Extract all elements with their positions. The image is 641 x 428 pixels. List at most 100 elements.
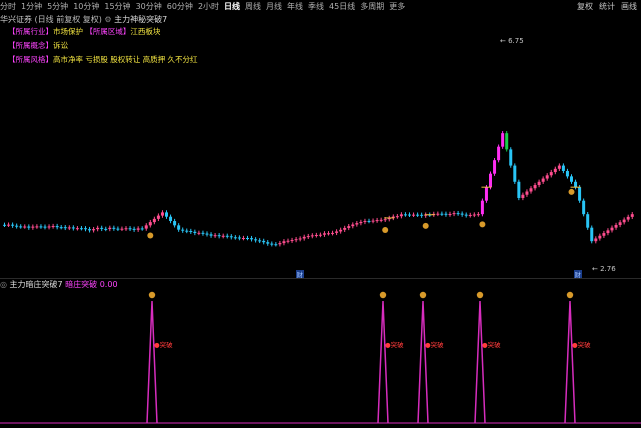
candle-body	[335, 231, 339, 233]
toolbar-right: 复权 统计 画线	[571, 0, 637, 13]
candle-body	[586, 214, 590, 228]
candle-body	[132, 228, 136, 230]
candle-body	[347, 226, 351, 228]
signal-spike	[377, 300, 389, 424]
candle-body	[521, 194, 525, 198]
candle-body	[310, 235, 314, 237]
coin-icon	[566, 291, 574, 299]
candle-body	[140, 228, 144, 230]
candle-body	[626, 216, 630, 220]
candle-body	[35, 226, 39, 228]
period-tab-8[interactable]: 日线	[224, 0, 240, 13]
candle-body	[262, 240, 266, 243]
candle-body	[233, 237, 237, 239]
period-tab-7[interactable]: 2小时	[198, 0, 219, 13]
candle-body	[15, 225, 19, 227]
period-toolbar: 分时 1分钟 5分钟 10分钟 15分钟 30分钟 60分钟 2小时 日线 周线 月线 年线 季线 45日…	[0, 0, 641, 13]
candle-body	[444, 213, 448, 215]
candle-body	[557, 165, 561, 169]
candle-body	[108, 227, 112, 230]
coin-icon	[379, 291, 387, 299]
candle-body	[472, 214, 476, 216]
candle-body	[112, 227, 116, 229]
candle-body	[493, 160, 497, 174]
candle-body	[533, 185, 537, 189]
candle-body	[606, 230, 610, 234]
candle-body	[395, 216, 399, 218]
period-tab-1[interactable]: 1分钟	[21, 0, 42, 13]
coin-icon	[568, 188, 575, 195]
candle-body	[436, 213, 440, 215]
toolbar-right-0[interactable]: 复权	[577, 2, 593, 11]
candle-body	[529, 188, 533, 192]
candle-body	[537, 181, 541, 186]
coin-icon	[422, 222, 429, 229]
toolbar-right-2[interactable]: 画线	[621, 2, 637, 11]
period-tab-11[interactable]: 年线	[287, 0, 303, 13]
candle-body	[594, 238, 598, 242]
candle-body	[399, 214, 403, 217]
period-tab-12[interactable]: 季线	[308, 0, 324, 13]
candle-body	[71, 227, 75, 229]
coin-icon	[479, 221, 486, 228]
candle-body	[574, 181, 578, 188]
period-tab-0[interactable]: 分时	[0, 0, 16, 13]
candle-body	[156, 215, 160, 219]
indicator-chart[interactable]: ●突破 ●突破 ●突破 ●突破 ●突破	[0, 279, 641, 428]
candle-body	[75, 228, 79, 230]
signal-spike	[564, 300, 576, 424]
period-tab-9[interactable]: 周线	[245, 0, 261, 13]
candle-body	[189, 231, 193, 233]
candle-body	[525, 191, 529, 195]
candle-body	[23, 226, 27, 228]
candle-body	[416, 214, 420, 216]
candle-body	[355, 223, 359, 225]
candle-body	[582, 200, 586, 215]
candle-body	[460, 213, 464, 215]
candle-body	[136, 228, 140, 230]
candle-body	[517, 181, 521, 198]
candle-body	[622, 219, 626, 223]
candle-body	[92, 229, 96, 231]
period-tab-3[interactable]: 10分钟	[73, 0, 99, 13]
candlestick-chart[interactable]: ← 6.75← 2.76财财	[0, 13, 641, 279]
candle-body	[440, 213, 444, 215]
signal-spike	[146, 300, 158, 424]
candle-body	[7, 224, 11, 226]
candle-body	[39, 226, 43, 228]
candle-body	[420, 214, 424, 216]
candle-body	[152, 218, 156, 223]
candle-body	[282, 241, 286, 244]
period-tab-13[interactable]: 45日线	[329, 0, 355, 13]
candle-body	[480, 200, 484, 215]
period-tab-10[interactable]: 月线	[266, 0, 282, 13]
candle-body	[610, 227, 614, 231]
high-price-label: ← 6.75	[500, 37, 524, 45]
candle-body	[197, 232, 201, 234]
candle-body	[237, 237, 241, 239]
period-tab-5[interactable]: 30分钟	[136, 0, 162, 13]
toolbar-right-1[interactable]: 统计	[599, 2, 615, 11]
candle-body	[84, 228, 87, 230]
candle-body	[318, 234, 322, 236]
candle-body	[351, 224, 355, 227]
coin-icon	[419, 291, 427, 299]
candle-body	[505, 133, 509, 150]
signal-label: ●突破	[154, 340, 173, 349]
candle-body	[489, 173, 492, 188]
candle-body	[96, 227, 100, 230]
candle-body	[185, 230, 189, 232]
period-tab-6[interactable]: 60分钟	[167, 0, 193, 13]
period-tab-2[interactable]: 5分钟	[47, 0, 68, 13]
candle-body	[598, 235, 602, 239]
period-tab-14[interactable]: 多周期	[360, 0, 384, 13]
candle-body	[383, 219, 387, 221]
period-tab-4[interactable]: 15分钟	[104, 0, 130, 13]
candle-body	[456, 213, 460, 215]
candle-body	[120, 228, 124, 230]
candle-body	[602, 233, 606, 236]
candle-body	[448, 213, 452, 215]
coin-icon	[382, 227, 389, 234]
period-tab-15[interactable]: 更多	[389, 0, 405, 13]
candle-body	[3, 224, 6, 226]
